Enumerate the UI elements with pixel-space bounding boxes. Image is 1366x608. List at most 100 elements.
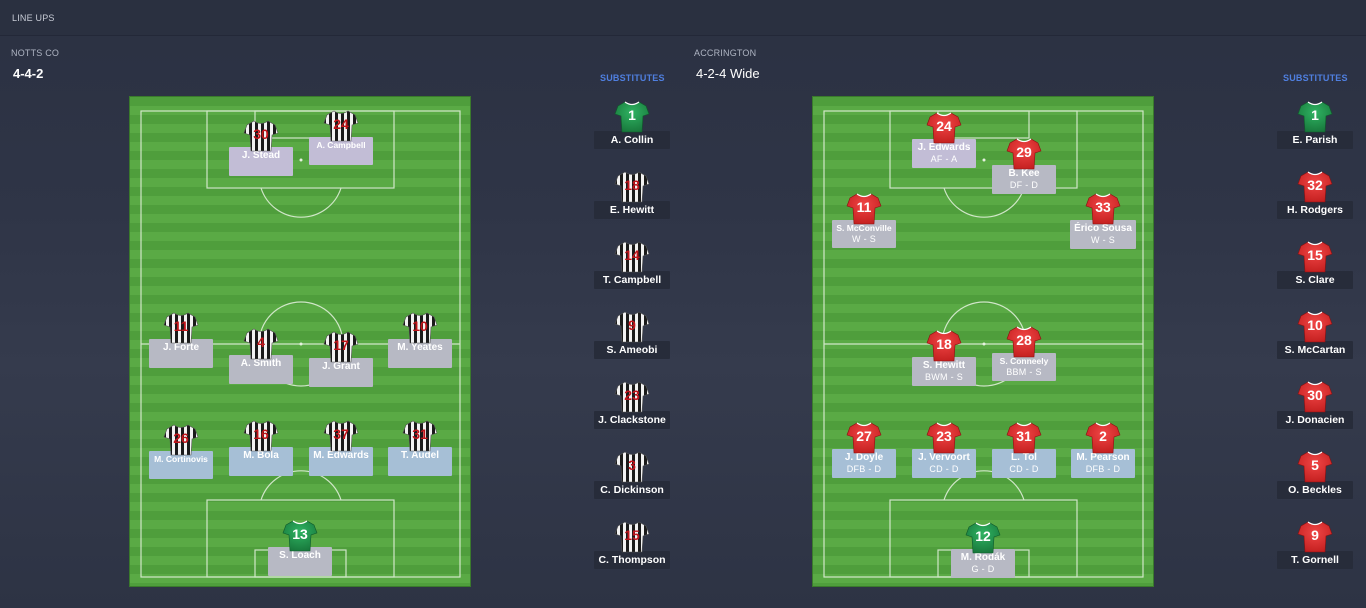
player-role: BWM - S (924, 372, 964, 382)
striped-shirt-icon: 10 (402, 311, 438, 345)
striped-shirt-icon: 24 (323, 109, 359, 143)
player-name: S. Ameobi (606, 344, 658, 356)
substitute-player[interactable]: 23 J. Clackstone (592, 380, 672, 429)
player-role: DFB - D (1085, 464, 1121, 474)
shirt-number: 1 (628, 107, 636, 123)
red-shirt-icon: 30 (1297, 380, 1333, 414)
substitute-player[interactable]: 10 S. McCartan (1275, 310, 1355, 359)
player-name: C. Dickinson (600, 484, 664, 496)
substitute-player[interactable]: 1 E. Parish (1275, 100, 1355, 149)
player-l-tol[interactable]: 31 L. Tol CD - D (989, 421, 1059, 478)
player-m-edwards[interactable]: 37 M. Edwards (306, 419, 376, 476)
player-role: W - S (1091, 235, 1115, 245)
striped-shirt-icon: 37 (323, 419, 359, 453)
shirt-number: 15 (624, 527, 640, 543)
shirt-number: 9 (1311, 527, 1319, 543)
shirt-number: 3 (628, 457, 636, 473)
substitute-player[interactable]: 14 T. Campbell (592, 240, 672, 289)
away-pitch: 24 J. Edwards AF - A 29 B. Kee DF - D 11 S… (812, 96, 1154, 587)
substitute-player[interactable]: 30 J. Donacien (1275, 380, 1355, 429)
striped-shirt-icon: 17 (323, 330, 359, 364)
player-role: DFB - D (846, 464, 882, 474)
player-s-hewitt[interactable]: 18 S. Hewitt BWM - S (909, 329, 979, 386)
player-name: T. Campbell (602, 274, 662, 286)
substitute-player[interactable]: 32 H. Rodgers (1275, 170, 1355, 219)
substitute-player[interactable]: 9 T. Gornell (1275, 520, 1355, 569)
goalkeeper-shirt-icon: 13 (282, 519, 318, 553)
player-name: T. Gornell (1291, 554, 1339, 566)
red-shirt-icon: 18 (926, 329, 962, 363)
substitute-player[interactable]: 3 C. Dickinson (592, 450, 672, 499)
shirt-number: 14 (624, 247, 640, 263)
player-m-rodak[interactable]: 12 M. Rodák G - D (948, 521, 1018, 578)
player-j-vervoort[interactable]: 23 J. Vervoort CD - D (909, 421, 979, 478)
away-team-name: ACCRINGTON (694, 48, 757, 58)
shirt-number: 9 (628, 317, 636, 333)
player-role: CD - D (1009, 464, 1039, 474)
substitute-player[interactable]: 9 S. Ameobi (592, 310, 672, 359)
red-shirt-icon: 2 (1085, 421, 1121, 455)
shirt-number: 5 (1311, 457, 1319, 473)
player-m-pearson[interactable]: 2 M. Pearson DFB - D (1068, 421, 1138, 478)
striped-shirt-icon: 31 (402, 419, 438, 453)
page-title: LINE UPS (12, 13, 55, 23)
striped-shirt-icon: 30 (243, 119, 279, 153)
striped-shirt-icon: 9 (614, 310, 650, 344)
shirt-number: 1 (1311, 107, 1319, 123)
player-j-doyle[interactable]: 27 J. Doyle DFB - D (829, 421, 899, 478)
player-j-grant[interactable]: 17 J. Grant (306, 330, 376, 387)
striped-shirt-icon: 23 (614, 380, 650, 414)
player-name: S. McCartan (1284, 344, 1346, 356)
red-shirt-icon: 5 (1297, 450, 1333, 484)
red-shirt-icon: 24 (926, 111, 962, 145)
pitch-markings (823, 110, 1144, 578)
player-j-stead[interactable]: 30 J. Stead (226, 119, 296, 176)
red-shirt-icon: 32 (1297, 170, 1333, 204)
red-shirt-icon: 11 (846, 192, 882, 226)
substitute-player[interactable]: 15 S. Clare (1275, 240, 1355, 289)
player-s-loach[interactable]: 13 S. Loach (265, 519, 335, 576)
substitute-player[interactable]: 1 A. Collin (592, 100, 672, 149)
player-m-yeates[interactable]: 10 M. Yeates (385, 311, 455, 368)
player-m-cortinovis[interactable]: 26 M. Cortinovis (146, 423, 216, 479)
player-s-conneely[interactable]: 28 S. Conneely BBM - S (989, 325, 1059, 381)
substitute-player[interactable]: 15 C. Thompson (592, 520, 672, 569)
player-s-mcconville[interactable]: 11 S. McConville W - S (829, 192, 899, 248)
red-shirt-icon: 27 (846, 421, 882, 455)
player-a-campbell[interactable]: 24 A. Campbell (306, 109, 376, 165)
player-j-edwards[interactable]: 24 J. Edwards AF - A (909, 111, 979, 168)
player-name: A. Collin (610, 134, 654, 146)
away-formation[interactable]: 4-2-4 Wide (696, 66, 760, 81)
shirt-number: 23 (624, 387, 640, 403)
player-role: AF - A (930, 154, 958, 164)
substitute-player[interactable]: 5 O. Beckles (1275, 450, 1355, 499)
player-a-smith[interactable]: 4 A. Smith (226, 327, 296, 384)
striped-shirt-icon: 16 (243, 419, 279, 453)
shirt-number: 10 (1307, 317, 1323, 333)
away-substitutes-label: SUBSTITUTES (1283, 73, 1348, 83)
player-name: S. Clare (1295, 274, 1335, 286)
player-j-forte[interactable]: 11 J. Forte (146, 311, 216, 368)
substitute-player[interactable]: 18 E. Hewitt (592, 170, 672, 219)
home-formation[interactable]: 4-4-2 (13, 66, 43, 81)
player-erico-sousa[interactable]: 33 Érico Sousa W - S (1068, 192, 1138, 249)
player-name: C. Thompson (598, 554, 666, 566)
player-m-bola[interactable]: 16 M. Bola (226, 419, 296, 476)
red-shirt-icon: 28 (1006, 325, 1042, 359)
red-shirt-icon: 31 (1006, 421, 1042, 455)
player-t-audel[interactable]: 31 T. Audel (385, 419, 455, 476)
goalkeeper-shirt-icon: 1 (614, 100, 650, 134)
home-pitch: 30 J. Stead 24 A. Campbell 11 J. Forte 4… (129, 96, 471, 587)
red-shirt-icon: 15 (1297, 240, 1333, 274)
home-substitutes-label: SUBSTITUTES (600, 73, 665, 83)
player-name: H. Rodgers (1286, 204, 1343, 216)
striped-shirt-icon: 3 (614, 450, 650, 484)
player-b-kee[interactable]: 29 B. Kee DF - D (989, 137, 1059, 194)
red-shirt-icon: 9 (1297, 520, 1333, 554)
striped-shirt-icon: 4 (243, 327, 279, 361)
striped-shirt-icon: 18 (614, 170, 650, 204)
player-role: G - D (971, 564, 995, 574)
red-shirt-icon: 29 (1006, 137, 1042, 171)
player-name: O. Beckles (1288, 484, 1342, 496)
player-name: J. Donacien (1285, 414, 1345, 426)
